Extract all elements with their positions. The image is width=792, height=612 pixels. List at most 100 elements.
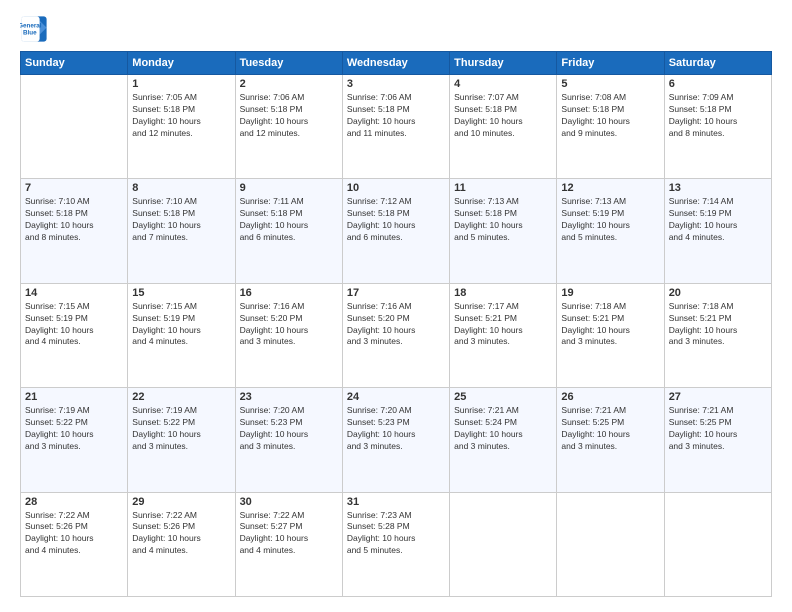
day-info: Sunrise: 7:23 AMSunset: 5:28 PMDaylight:… [347,510,445,558]
day-number: 16 [240,287,338,299]
calendar-cell: 31 Sunrise: 7:23 AMSunset: 5:28 PMDayligh… [342,492,449,596]
calendar-cell: 29Sunrise: 7:22 AMSunset: 5:26 PMDayligh… [128,492,235,596]
day-info: Sunrise: 7:16 AMSunset: 5:20 PMDaylight:… [240,301,338,349]
calendar-cell [21,75,128,179]
calendar-cell [557,492,664,596]
calendar-cell: 24 Sunrise: 7:20 AMSunset: 5:23 PMDayligh… [342,388,449,492]
calendar-cell: 15Sunrise: 7:15 AMSunset: 5:19 PMDayligh… [128,283,235,387]
calendar-cell: 28 Sunrise: 7:22 AMSunset: 5:26 PMDayligh… [21,492,128,596]
svg-text:General: General [20,23,42,30]
day-number: 5 [561,78,659,90]
day-number: 3 [347,78,445,90]
day-info: Sunrise: 7:21 AMSunset: 5:25 PMDaylight:… [669,405,767,453]
calendar-cell: 17Sunrise: 7:16 AMSunset: 5:20 PMDayligh… [342,283,449,387]
calendar-cell: 25Sunrise: 7:21 AMSunset: 5:24 PMDayligh… [450,388,557,492]
weekday-header-tuesday: Tuesday [235,52,342,75]
logo-icon: General Blue [20,15,48,43]
weekday-header-thursday: Thursday [450,52,557,75]
calendar-week-3: 14 Sunrise: 7:15 AMSunset: 5:19 PMDayligh… [21,283,772,387]
calendar-cell: 26 Sunrise: 7:21 AMSunset: 5:25 PMDayligh… [557,388,664,492]
day-info: Sunrise: 7:20 AMSunset: 5:23 PMDaylight:… [240,405,338,453]
calendar-cell: 12Sunrise: 7:13 AMSunset: 5:19 PMDayligh… [557,179,664,283]
day-number: 6 [669,78,767,90]
day-info: Sunrise: 7:13 AMSunset: 5:18 PMDaylight:… [454,196,552,244]
day-number: 15 [132,287,230,299]
day-info: Sunrise: 7:06 AMSunset: 5:18 PMDaylight:… [240,92,338,140]
day-info: Sunrise: 7:11 AMSunset: 5:18 PMDaylight:… [240,196,338,244]
calendar-cell: 1Sunrise: 7:05 AMSunset: 5:18 PMDaylight… [128,75,235,179]
day-number: 4 [454,78,552,90]
calendar-cell: 23 Sunrise: 7:20 AMSunset: 5:23 PMDayligh… [235,388,342,492]
calendar-week-5: 28 Sunrise: 7:22 AMSunset: 5:26 PMDayligh… [21,492,772,596]
weekday-header-sunday: Sunday [21,52,128,75]
day-number: 23 [240,391,338,403]
weekday-header-saturday: Saturday [664,52,771,75]
day-info: Sunrise: 7:15 AMSunset: 5:19 PMDaylight:… [25,301,123,349]
day-number: 8 [132,182,230,194]
day-number: 21 [25,391,123,403]
calendar-week-2: 7 Sunrise: 7:10 AMSunset: 5:18 PMDaylight… [21,179,772,283]
calendar-table: SundayMondayTuesdayWednesdayThursdayFrid… [20,51,772,597]
weekday-header-wednesday: Wednesday [342,52,449,75]
day-info: Sunrise: 7:16 AMSunset: 5:20 PMDaylight:… [347,301,445,349]
day-number: 27 [669,391,767,403]
day-number: 11 [454,182,552,194]
logo: General Blue [20,15,52,43]
day-number: 2 [240,78,338,90]
day-number: 30 [240,496,338,508]
weekday-header-monday: Monday [128,52,235,75]
calendar-cell [450,492,557,596]
calendar-cell: 21 Sunrise: 7:19 AMSunset: 5:22 PMDayligh… [21,388,128,492]
day-info: Sunrise: 7:20 AMSunset: 5:23 PMDaylight:… [347,405,445,453]
day-info: Sunrise: 7:21 AMSunset: 5:24 PMDaylight:… [454,405,552,453]
day-info: Sunrise: 7:19 AMSunset: 5:22 PMDaylight:… [25,405,123,453]
calendar-cell: 6 Sunrise: 7:09 AMSunset: 5:18 PMDaylight… [664,75,771,179]
calendar-cell: 2 Sunrise: 7:06 AMSunset: 5:18 PMDaylight… [235,75,342,179]
day-number: 13 [669,182,767,194]
day-number: 14 [25,287,123,299]
day-number: 24 [347,391,445,403]
calendar-cell: 10 Sunrise: 7:12 AMSunset: 5:18 PMDayligh… [342,179,449,283]
day-info: Sunrise: 7:06 AMSunset: 5:18 PMDaylight:… [347,92,445,140]
day-number: 28 [25,496,123,508]
calendar-cell: 5 Sunrise: 7:08 AMSunset: 5:18 PMDaylight… [557,75,664,179]
day-number: 7 [25,182,123,194]
calendar-cell: 11 Sunrise: 7:13 AMSunset: 5:18 PMDayligh… [450,179,557,283]
day-info: Sunrise: 7:21 AMSunset: 5:25 PMDaylight:… [561,405,659,453]
day-info: Sunrise: 7:08 AMSunset: 5:18 PMDaylight:… [561,92,659,140]
day-info: Sunrise: 7:14 AMSunset: 5:19 PMDaylight:… [669,196,767,244]
day-info: Sunrise: 7:13 AMSunset: 5:19 PMDaylight:… [561,196,659,244]
calendar-cell: 14 Sunrise: 7:15 AMSunset: 5:19 PMDayligh… [21,283,128,387]
day-info: Sunrise: 7:18 AMSunset: 5:21 PMDaylight:… [669,301,767,349]
calendar-header-row: SundayMondayTuesdayWednesdayThursdayFrid… [21,52,772,75]
calendar-cell: 19 Sunrise: 7:18 AMSunset: 5:21 PMDayligh… [557,283,664,387]
calendar-cell: 27 Sunrise: 7:21 AMSunset: 5:25 PMDayligh… [664,388,771,492]
day-number: 18 [454,287,552,299]
day-number: 26 [561,391,659,403]
calendar-week-4: 21 Sunrise: 7:19 AMSunset: 5:22 PMDayligh… [21,388,772,492]
day-number: 20 [669,287,767,299]
day-info: Sunrise: 7:18 AMSunset: 5:21 PMDaylight:… [561,301,659,349]
svg-text:Blue: Blue [23,30,37,37]
calendar-cell [664,492,771,596]
day-info: Sunrise: 7:12 AMSunset: 5:18 PMDaylight:… [347,196,445,244]
calendar-cell: 9Sunrise: 7:11 AMSunset: 5:18 PMDaylight… [235,179,342,283]
calendar-cell: 16 Sunrise: 7:16 AMSunset: 5:20 PMDayligh… [235,283,342,387]
day-info: Sunrise: 7:22 AMSunset: 5:26 PMDaylight:… [25,510,123,558]
calendar-cell: 3 Sunrise: 7:06 AMSunset: 5:18 PMDaylight… [342,75,449,179]
day-number: 1 [132,78,230,90]
day-info: Sunrise: 7:10 AMSunset: 5:18 PMDaylight:… [25,196,123,244]
calendar-cell: 13 Sunrise: 7:14 AMSunset: 5:19 PMDayligh… [664,179,771,283]
day-info: Sunrise: 7:22 AMSunset: 5:27 PMDaylight:… [240,510,338,558]
header: General Blue [20,15,772,43]
day-number: 19 [561,287,659,299]
day-number: 22 [132,391,230,403]
day-info: Sunrise: 7:10 AMSunset: 5:18 PMDaylight:… [132,196,230,244]
day-info: Sunrise: 7:07 AMSunset: 5:18 PMDaylight:… [454,92,552,140]
day-number: 10 [347,182,445,194]
calendar-cell: 30 Sunrise: 7:22 AMSunset: 5:27 PMDayligh… [235,492,342,596]
calendar-week-1: 1Sunrise: 7:05 AMSunset: 5:18 PMDaylight… [21,75,772,179]
day-number: 31 [347,496,445,508]
day-info: Sunrise: 7:09 AMSunset: 5:18 PMDaylight:… [669,92,767,140]
day-info: Sunrise: 7:17 AMSunset: 5:21 PMDaylight:… [454,301,552,349]
